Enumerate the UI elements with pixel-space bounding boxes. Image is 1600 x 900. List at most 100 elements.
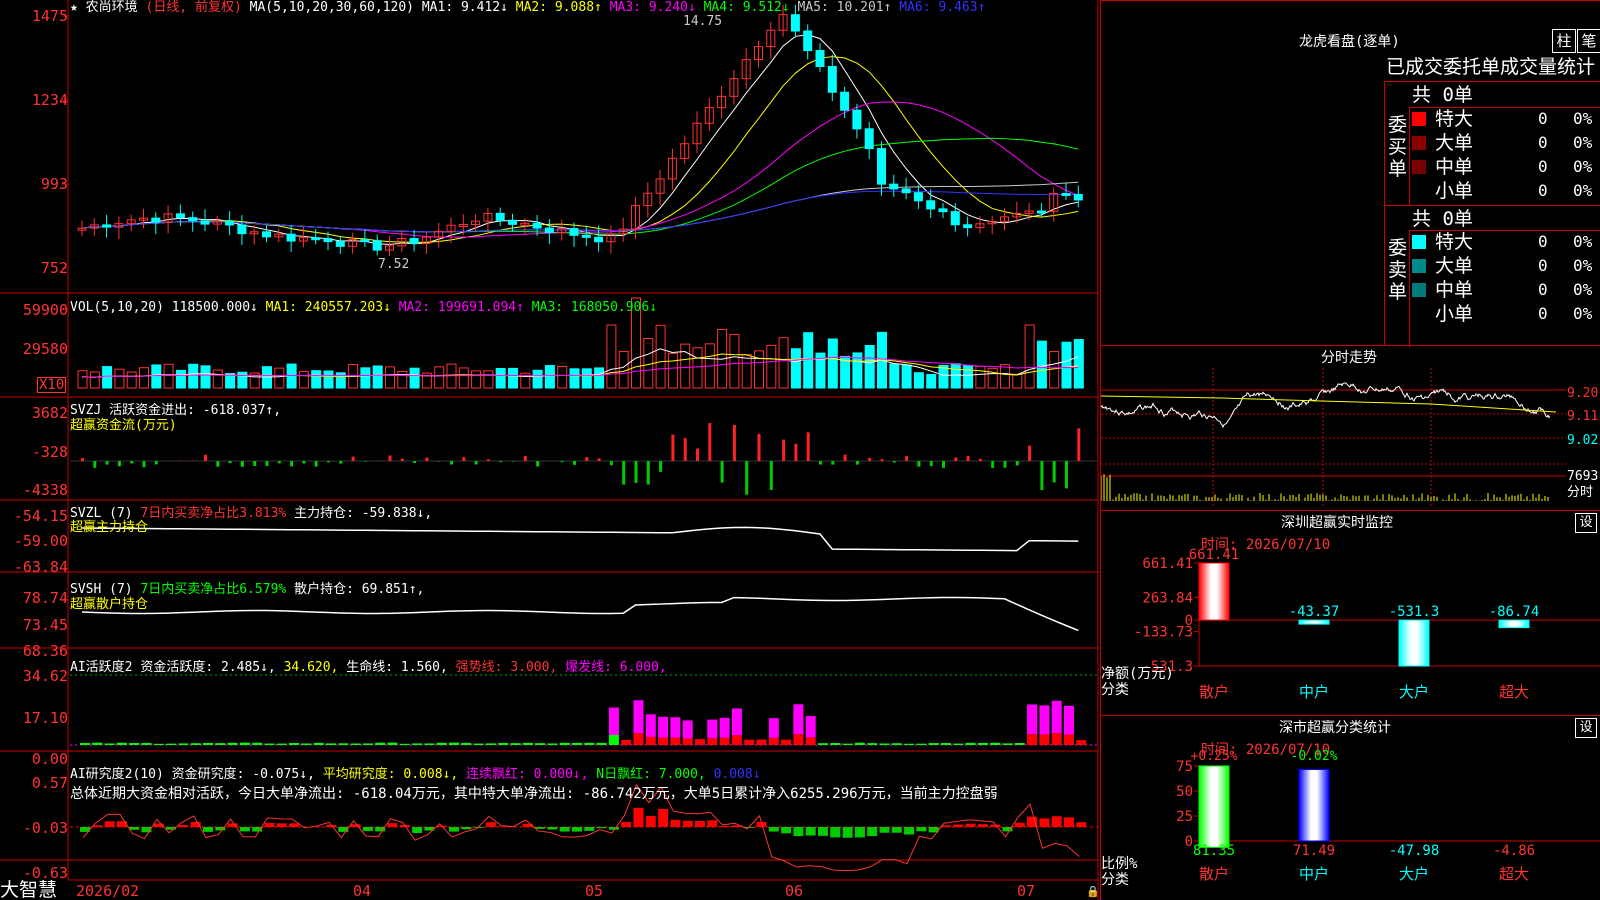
ai2-axis-1: 0.57	[31, 774, 68, 792]
monitor-chart[interactable]: 661.41263.840-133.73-531.3661.41散户-43.37…	[1101, 511, 1600, 716]
sell-row-1-label: 大单	[1435, 255, 1474, 277]
volume-bar	[151, 364, 162, 389]
bar-value-label-2: -47.98	[1389, 843, 1440, 859]
research-bar	[461, 827, 472, 830]
tick-mode-button[interactable]: 笔	[1577, 29, 1600, 53]
flow-bar	[277, 461, 281, 464]
ma6-value: MA6: 9.463↑	[899, 0, 986, 15]
volume-bar	[1024, 324, 1035, 389]
vol-axis-2: 29580	[22, 340, 68, 358]
research-bar	[485, 822, 496, 827]
low-note: 7.52	[378, 257, 410, 272]
volume-bar	[458, 367, 469, 389]
candle-body	[852, 109, 862, 130]
main-holding-curve	[81, 526, 1079, 552]
activity-bar	[313, 742, 324, 745]
research-bar	[362, 827, 373, 832]
flow-bar	[905, 456, 909, 461]
flow-bar	[585, 457, 589, 461]
volume-bar	[594, 367, 605, 389]
main-chart-panels[interactable]	[0, 0, 1100, 900]
activity-bar	[965, 742, 976, 745]
research-bar	[1051, 816, 1062, 827]
sell-row-3-v: 0	[1538, 304, 1548, 323]
activity-bar	[485, 743, 496, 745]
flow-bar	[536, 461, 540, 467]
activity-bar	[768, 737, 779, 745]
ma5-value: MA5: 10.201↑	[797, 0, 892, 15]
ai2-header: AI研究度2(10) 资金研究度: -0.075↓, 平均研究度: 0.008↓…	[70, 767, 761, 783]
research-bar	[449, 827, 459, 832]
candle-body	[790, 14, 800, 32]
flow-bar	[646, 461, 650, 485]
vol-value: 118500.000↓	[171, 300, 258, 315]
flow-bar	[105, 461, 109, 465]
flow-bar	[991, 461, 995, 468]
volume-bar	[766, 344, 777, 389]
bar-category-label-3: 超大	[1499, 683, 1529, 701]
lhb-subtitle: 已成交委托单成交量统计	[1386, 56, 1596, 78]
date-tick-3: 05	[585, 882, 604, 900]
ai2-summary: 总体近期大资金相对活跃，今日大单净流出: -618.04万元，其中特大单净流出:…	[70, 786, 998, 802]
activity-bar	[461, 742, 472, 745]
period-label[interactable]: (日线, 前复权)	[146, 0, 242, 15]
vol-header: VOL(5,10,20) 118500.000↓ MA1: 240557.203…	[70, 300, 657, 316]
volume-bar	[778, 337, 789, 389]
volume-bar	[963, 364, 974, 389]
research-bar	[203, 827, 213, 832]
candle-body	[151, 217, 161, 223]
ai1-axis-3: 0.00	[31, 750, 68, 768]
research-bar	[547, 827, 558, 830]
sell-swatch-0	[1412, 235, 1426, 249]
k-axis-2: 1234	[31, 91, 68, 109]
k-axis-4: 752	[40, 259, 68, 277]
sell-row-0-label: 特大	[1435, 231, 1474, 253]
candle-body	[532, 222, 542, 229]
activity-bar	[449, 742, 459, 745]
candle-body	[262, 231, 271, 238]
svzj-header-1: SVZJ 活跃资金进出: -618.037↑,	[70, 403, 282, 418]
activity-bar	[362, 743, 373, 745]
classify-xlabel: 分类	[1101, 872, 1129, 888]
fund-flow-bars	[81, 423, 1081, 495]
lock-icon[interactable]: 🔒	[1086, 884, 1100, 900]
flow-bar	[794, 443, 798, 461]
activity-bar	[387, 742, 398, 745]
activity-peak	[731, 708, 742, 736]
research-bar	[719, 826, 730, 827]
favorite-star-icon[interactable]: ★	[70, 0, 78, 15]
k-axis-3: 993	[40, 175, 68, 193]
volume-bar	[409, 367, 420, 389]
activity-bar	[338, 743, 349, 745]
candle-body	[803, 30, 813, 52]
flow-bar	[290, 461, 294, 467]
svzj-axis-3: -4338	[22, 481, 68, 499]
volume-bar	[827, 338, 838, 389]
bar-value-label-3: -4.86	[1493, 843, 1535, 859]
bar-category-label-2: 大户	[1399, 865, 1429, 883]
monitor-ylabel: 净额(万元)	[1101, 666, 1174, 682]
ai2-research: 资金研究度: -0.075↓,	[171, 767, 315, 782]
intraday-price-3: 9.02	[1567, 433, 1599, 448]
flow-bar	[413, 461, 417, 463]
sell-row-3-label: 小单	[1435, 303, 1474, 325]
bar-0	[1198, 765, 1230, 848]
activity-peak	[1051, 700, 1062, 734]
main-holding-line	[81, 526, 1079, 552]
classify-chart[interactable]: 755025081.35+0.25%散户71.49-0.02%中户-47.98大…	[1101, 716, 1600, 900]
bar-value-label-1: -43.37	[1289, 604, 1340, 620]
bar-mode-button[interactable]: 柱	[1552, 29, 1576, 53]
volume-bar	[754, 350, 764, 389]
volume-bar	[987, 367, 998, 389]
volume-bar	[495, 367, 506, 389]
volume-bar	[397, 371, 408, 389]
volume-bar	[729, 333, 740, 389]
research-bar	[682, 820, 693, 827]
flow-bar	[597, 458, 601, 461]
candle-body	[544, 227, 554, 234]
intraday-chart[interactable]	[1101, 368, 1566, 508]
sell-row-3-p: 0%	[1573, 304, 1593, 323]
sell-row-2-label: 中单	[1435, 279, 1474, 301]
volume-bar	[335, 372, 346, 389]
volume-bar	[311, 370, 322, 389]
